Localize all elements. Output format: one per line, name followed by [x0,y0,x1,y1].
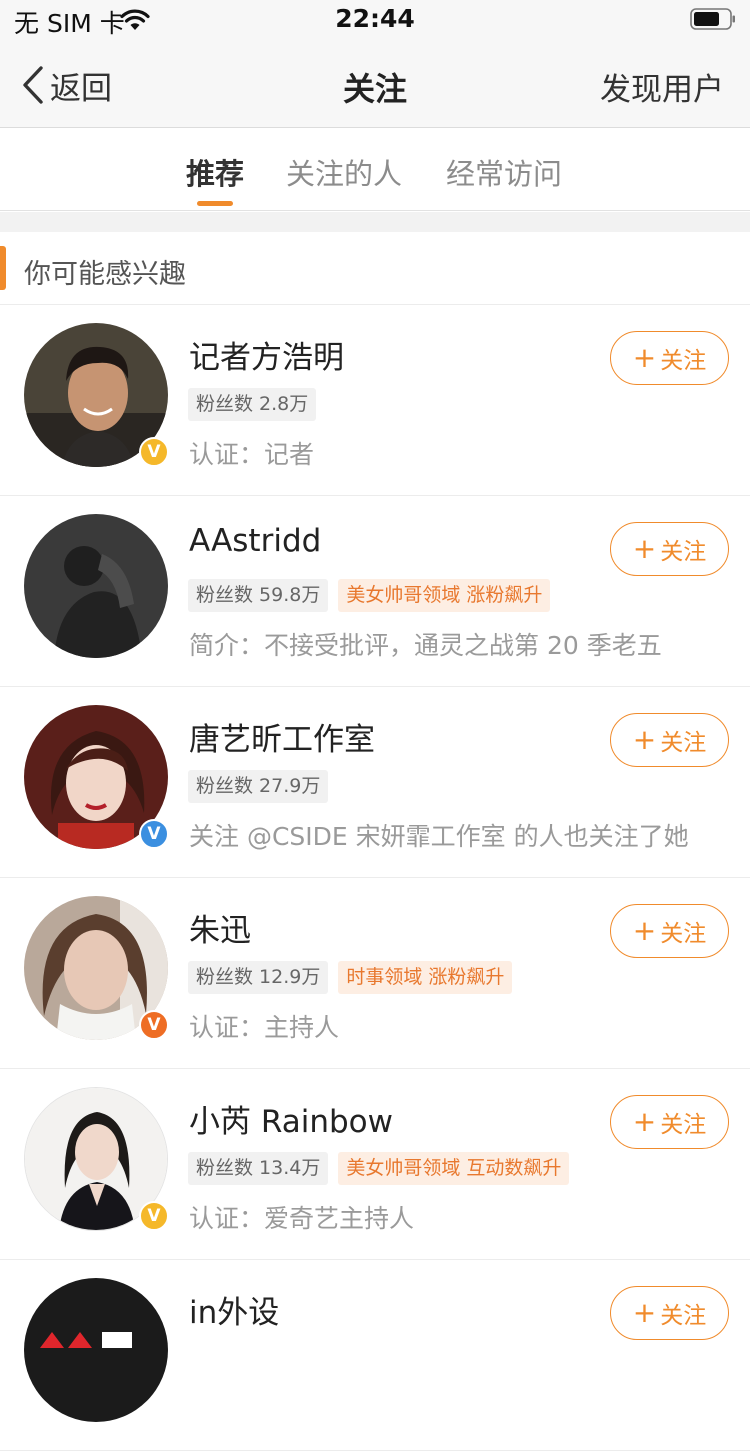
user-tags: 粉丝数 12.9万 时事领域 涨粉飙升 [188,961,513,994]
verified-badge: V [139,1010,169,1040]
user-name[interactable]: 小芮 Rainbow [189,1096,393,1141]
chevron-left-icon [23,66,43,104]
user-name[interactable]: 记者方浩明 [189,332,344,377]
user-tags: 粉丝数 13.4万 美女帅哥领域 互动数飙升 [188,1152,570,1185]
user-name[interactable]: in外设 [189,1287,279,1332]
list-item: V 记者方浩明 粉丝数 2.8万 认证：记者 + 关注 [0,305,750,496]
user-name[interactable]: 唐艺昕工作室 [189,714,375,759]
verified-badge: V [139,437,169,467]
fans-count: 粉丝数 12.9万 [188,961,329,994]
list-item: in外设 + 关注 [0,1260,750,1451]
trending-tag: 美女帅哥领域 涨粉飙升 [338,579,551,612]
follow-label: 关注 [660,539,707,565]
avatar[interactable] [24,1278,168,1422]
user-name[interactable]: AAstridd [189,523,321,559]
status-bar: 无 SIM 卡 22:44 [0,0,750,40]
battery-icon [690,8,735,30]
user-description: 认证：爱奇艺主持人 [189,1204,415,1233]
user-description: 认证：记者 [189,440,315,469]
follow-button[interactable]: + 关注 [610,1095,729,1149]
back-label: 返回 [50,70,112,107]
avatar[interactable] [24,514,168,658]
list-item: V 小芮 Rainbow 粉丝数 13.4万 美女帅哥领域 互动数飙升 认证：爱… [0,1069,750,1260]
logo-icon [24,1278,168,1422]
tab-following[interactable]: 关注的人 [286,151,402,193]
user-name[interactable]: 朱迅 [189,905,251,950]
follow-label: 关注 [660,730,707,756]
tab-recommended[interactable]: 推荐 [186,151,244,193]
plus-icon: + [632,532,657,565]
user-list: V 记者方浩明 粉丝数 2.8万 认证：记者 + 关注 AAstridd 粉丝数… [0,305,750,1451]
follow-button[interactable]: + 关注 [610,522,729,576]
plus-icon: + [632,1105,657,1138]
plus-icon: + [632,914,657,947]
user-description: 关注 @CSIDE 宋妍霏工作室 的人也关注了她 [189,822,689,851]
tab-bar: 推荐 关注的人 经常访问 [0,129,750,211]
list-item: V 朱迅 粉丝数 12.9万 时事领域 涨粉飙升 认证：主持人 + 关注 [0,878,750,1069]
user-tags: 粉丝数 59.8万 美女帅哥领域 涨粉飙升 [188,579,551,612]
list-item: AAstridd 粉丝数 59.8万 美女帅哥领域 涨粉飙升 简介：不接受批评，… [0,496,750,687]
person-portrait-icon [24,514,168,658]
follow-label: 关注 [660,1303,707,1329]
user-tags: 粉丝数 27.9万 [188,770,329,803]
verified-badge: V [139,1201,169,1231]
discover-users-button[interactable]: 发现用户 [600,64,724,109]
fans-count: 粉丝数 2.8万 [188,388,317,421]
nav-bar: 返回 关注 发现用户 [0,40,750,128]
section-divider [0,212,750,232]
fans-count: 粉丝数 59.8万 [188,579,329,612]
plus-icon: + [632,341,657,374]
clock: 22:44 [335,4,415,33]
follow-button[interactable]: + 关注 [610,1286,729,1340]
follow-label: 关注 [660,921,707,947]
fans-count: 粉丝数 13.4万 [188,1152,329,1185]
follow-button[interactable]: + 关注 [610,713,729,767]
trending-tag: 时事领域 涨粉飙升 [338,961,513,994]
user-tags: 粉丝数 2.8万 [188,388,317,421]
user-description: 认证：主持人 [189,1013,340,1042]
tab-frequent[interactable]: 经常访问 [446,151,562,193]
verified-badge: V [139,819,169,849]
list-item: V 唐艺昕工作室 粉丝数 27.9万 关注 @CSIDE 宋妍霏工作室 的人也关… [0,687,750,878]
plus-icon: + [632,1296,657,1329]
user-description: 简介：不接受批评，通灵之战第 20 季老五 [189,631,662,660]
section-title: 你可能感兴趣 [24,259,186,290]
section-accent-bar [0,246,6,290]
follow-label: 关注 [660,348,707,374]
follow-button[interactable]: + 关注 [610,331,729,385]
follow-label: 关注 [660,1112,707,1138]
follow-button[interactable]: + 关注 [610,904,729,958]
trending-tag: 美女帅哥领域 互动数飙升 [338,1152,570,1185]
plus-icon: + [632,723,657,756]
active-tab-indicator [197,201,233,206]
fans-count: 粉丝数 27.9万 [188,770,329,803]
section-header: 你可能感兴趣 [0,232,750,305]
back-button[interactable]: 返回 [20,62,112,108]
